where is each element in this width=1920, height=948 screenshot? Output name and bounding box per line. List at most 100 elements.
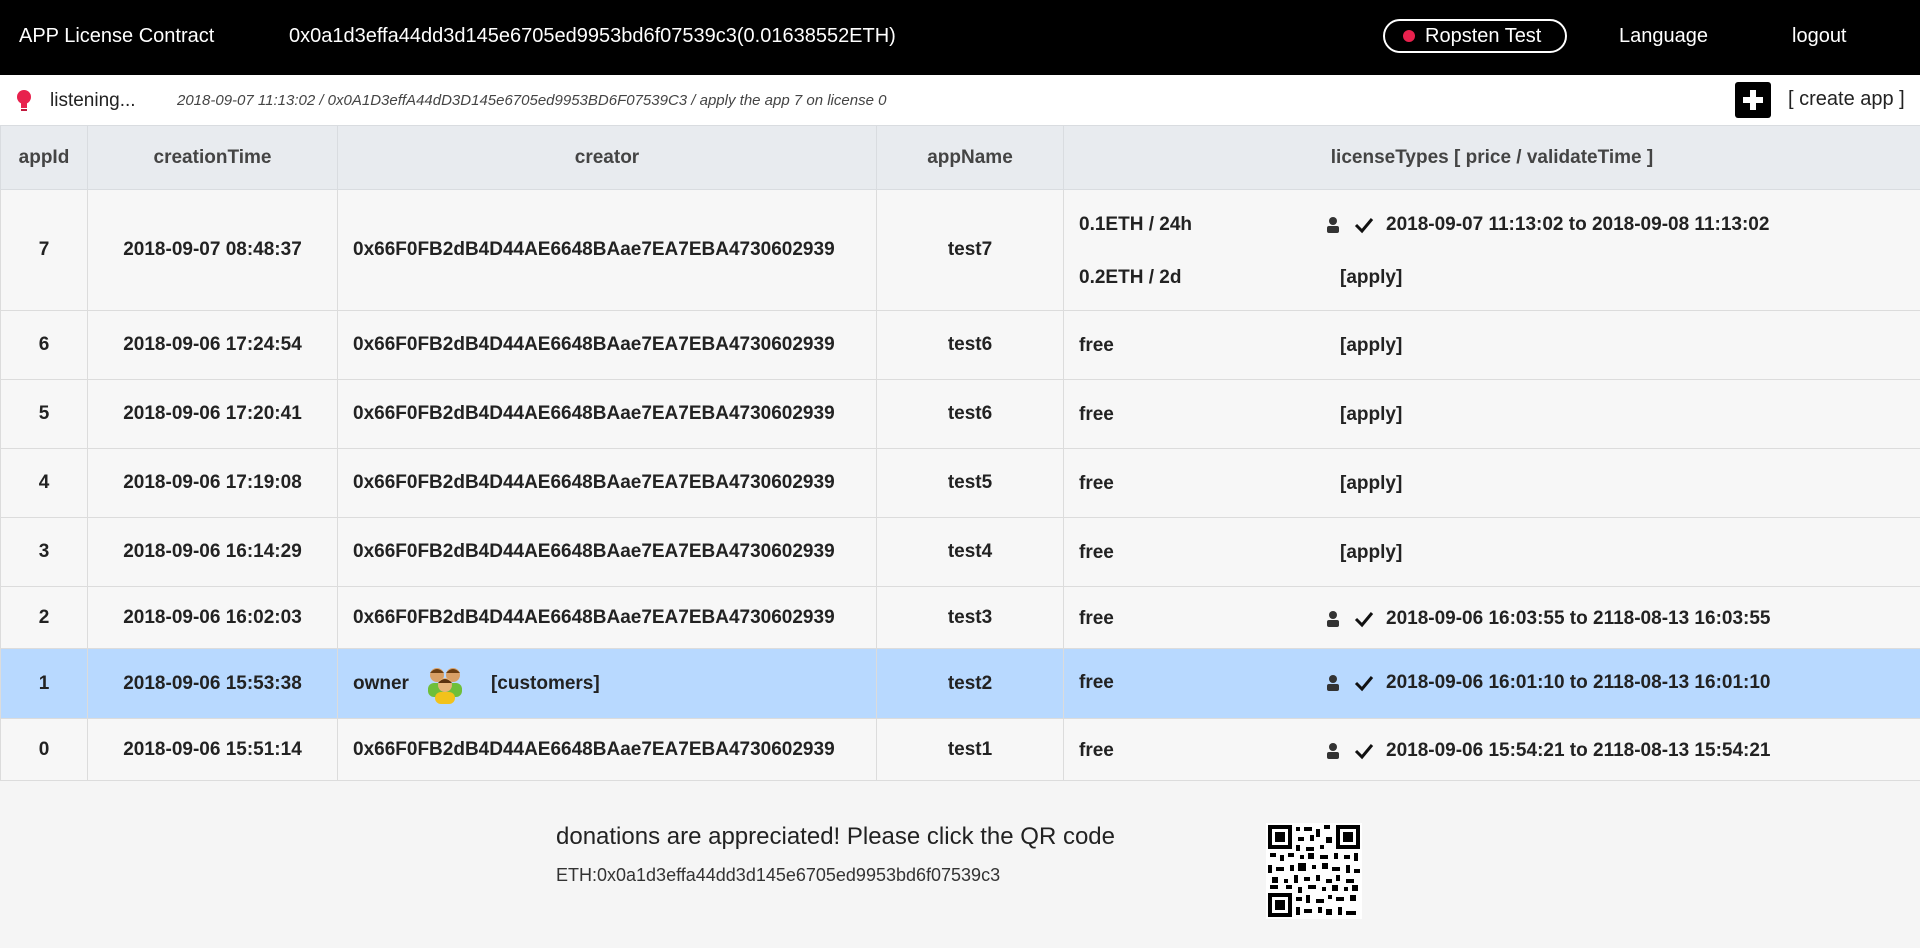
license-valid-range: 2018-09-07 11:13:02 to 2018-09-08 11:13:… — [1386, 213, 1770, 235]
network-label: Ropsten Test — [1425, 24, 1542, 47]
cell-appid: 3 — [0, 517, 88, 587]
apps-table: appId creationTime creator appName licen… — [0, 125, 1920, 781]
cell-creator: 0x66F0FB2dB4D44AE6648BAae7EA7EBA47306029… — [337, 310, 877, 380]
donation-address: ETH:0x0a1d3effa44dd3d145e6705ed9953bd6f0… — [556, 865, 1001, 885]
cell-appid: 5 — [0, 379, 88, 449]
header-creation-time: creationTime — [87, 125, 338, 190]
table-row: 7 2018-09-07 08:48:37 0x66F0FB2dB4D44AE6… — [0, 189, 1920, 311]
apply-link[interactable]: [apply] — [1340, 473, 1402, 495]
top-bar: APP License Contract 0x0a1d3effa44dd3d14… — [0, 0, 1920, 75]
people-icon — [427, 667, 462, 704]
cell-creator: 0x66F0FB2dB4D44AE6648BAae7EA7EBA47306029… — [337, 448, 877, 518]
person-icon — [1327, 610, 1339, 627]
cell-creation-time: 2018-09-06 17:24:54 — [87, 310, 338, 380]
last-event: 2018-09-07 11:13:02 / 0x0A1D3effA44dD3D1… — [177, 92, 887, 109]
person-icon — [1327, 216, 1339, 233]
cell-appid: 1 — [0, 648, 88, 719]
license-status: 2018-09-06 16:01:10 to 2118-08-13 16:01:… — [1324, 672, 1771, 694]
cell-appid: 7 — [0, 189, 88, 311]
license-price: free — [1079, 473, 1114, 494]
contract-address: 0x0a1d3effa44dd3d145e6705ed9953bd6f07539… — [289, 25, 896, 47]
cell-app-name: test6 — [876, 379, 1064, 449]
owner-label: owner — [353, 672, 409, 694]
apply-link[interactable]: [apply] — [1340, 542, 1402, 564]
cell-app-name: test2 — [876, 648, 1064, 719]
license-price: free — [1079, 739, 1114, 761]
cell-appid: 2 — [0, 586, 88, 649]
app-title: APP License Contract — [19, 25, 215, 47]
qr-code[interactable] — [1266, 823, 1362, 919]
cell-creator: 0x66F0FB2dB4D44AE6648BAae7EA7EBA47306029… — [337, 379, 877, 449]
cell-license-types: free 2018-09-06 16:01:10 to 2118-08-13 1… — [1063, 648, 1920, 719]
cell-creator: owner [customers] — [337, 648, 877, 719]
cell-creator: 0x66F0FB2dB4D44AE6648BAae7EA7EBA47306029… — [337, 718, 877, 781]
license-price: free — [1079, 404, 1114, 425]
cell-creation-time: 2018-09-06 15:51:14 — [87, 718, 338, 781]
status-bar: listening... 2018-09-07 11:13:02 / 0x0A1… — [0, 75, 1920, 125]
license-price: 0.2ETH / 2d — [1079, 266, 1182, 288]
network-status-dot — [1403, 30, 1415, 42]
check-icon — [1354, 743, 1374, 759]
cell-creation-time: 2018-09-07 08:48:37 — [87, 189, 338, 311]
donation-message: donations are appreciated! Please click … — [556, 823, 1115, 850]
cell-creation-time: 2018-09-06 17:19:08 — [87, 448, 338, 518]
cell-creator: 0x66F0FB2dB4D44AE6648BAae7EA7EBA47306029… — [337, 586, 877, 649]
header-license-types: licenseTypes [ price / validateTime ] — [1063, 125, 1920, 190]
cell-appid: 6 — [0, 310, 88, 380]
header-creator: creator — [337, 125, 877, 190]
table-row: 4 2018-09-06 17:19:08 0x66F0FB2dB4D44AE6… — [0, 448, 1920, 518]
table-row: 3 2018-09-06 16:14:29 0x66F0FB2dB4D44AE6… — [0, 517, 1920, 587]
cell-app-name: test6 — [876, 310, 1064, 380]
table-row-selected[interactable]: 1 2018-09-06 15:53:38 owner [customers] … — [0, 648, 1920, 719]
cell-license-types: free 2018-09-06 16:03:55 to 2118-08-13 1… — [1063, 586, 1920, 649]
apply-link[interactable]: [apply] — [1340, 267, 1402, 289]
check-icon — [1354, 217, 1374, 233]
cell-creation-time: 2018-09-06 16:02:03 — [87, 586, 338, 649]
cell-app-name: test5 — [876, 448, 1064, 518]
table-row: 5 2018-09-06 17:20:41 0x66F0FB2dB4D44AE6… — [0, 379, 1920, 449]
customers-link[interactable]: [customers] — [491, 673, 600, 695]
license-price: free — [1079, 335, 1114, 356]
license-price: free — [1079, 607, 1114, 629]
language-link[interactable]: Language — [1619, 25, 1708, 48]
network-button[interactable]: Ropsten Test — [1383, 19, 1567, 53]
plus-icon[interactable] — [1735, 82, 1771, 118]
apply-link[interactable]: [apply] — [1340, 335, 1402, 357]
logout-link[interactable]: logout — [1792, 25, 1847, 48]
header-app-name: appName — [876, 125, 1064, 190]
cell-license-types: 0.1ETH / 24h 2018-09-07 11:13:02 to 2018… — [1063, 189, 1920, 311]
license-valid-range: 2018-09-06 16:03:55 to 2118-08-13 16:03:… — [1386, 607, 1771, 629]
person-icon — [1327, 742, 1339, 759]
cell-appid: 4 — [0, 448, 88, 518]
license-price: free — [1079, 671, 1114, 693]
create-app-link[interactable]: [ create app ] — [1788, 88, 1905, 111]
person-icon — [1327, 674, 1339, 691]
cell-creation-time: 2018-09-06 16:14:29 — [87, 517, 338, 587]
cell-app-name: test3 — [876, 586, 1064, 649]
cell-appid: 0 — [0, 718, 88, 781]
cell-app-name: test1 — [876, 718, 1064, 781]
cell-creator: 0x66F0FB2dB4D44AE6648BAae7EA7EBA47306029… — [337, 517, 877, 587]
cell-license-types: free 2018-09-06 15:54:21 to 2118-08-13 1… — [1063, 718, 1920, 781]
cell-creation-time: 2018-09-06 15:53:38 — [87, 648, 338, 719]
table-row: 6 2018-09-06 17:24:54 0x66F0FB2dB4D44AE6… — [0, 310, 1920, 380]
license-status: 2018-09-06 15:54:21 to 2118-08-13 15:54:… — [1324, 740, 1771, 762]
license-valid-range: 2018-09-06 16:01:10 to 2118-08-13 16:01:… — [1386, 671, 1771, 693]
cell-app-name: test4 — [876, 517, 1064, 587]
license-status: 2018-09-07 11:13:02 to 2018-09-08 11:13:… — [1324, 214, 1769, 236]
cell-license-types: free [apply] — [1063, 448, 1920, 518]
cell-creation-time: 2018-09-06 17:20:41 — [87, 379, 338, 449]
table-row: 0 2018-09-06 15:51:14 0x66F0FB2dB4D44AE6… — [0, 718, 1920, 781]
table-header-row: appId creationTime creator appName licen… — [0, 125, 1920, 190]
license-valid-range: 2018-09-06 15:54:21 to 2118-08-13 15:54:… — [1386, 739, 1771, 761]
header-appid: appId — [0, 125, 88, 190]
license-price: 0.1ETH / 24h — [1079, 213, 1192, 235]
cell-license-types: free [apply] — [1063, 379, 1920, 449]
table-row: 2 2018-09-06 16:02:03 0x66F0FB2dB4D44AE6… — [0, 586, 1920, 649]
apply-link[interactable]: [apply] — [1340, 404, 1402, 426]
bulb-icon — [17, 90, 31, 111]
check-icon — [1354, 675, 1374, 691]
cell-app-name: test7 — [876, 189, 1064, 311]
listening-status: listening... — [50, 90, 136, 111]
cell-license-types: free [apply] — [1063, 310, 1920, 380]
